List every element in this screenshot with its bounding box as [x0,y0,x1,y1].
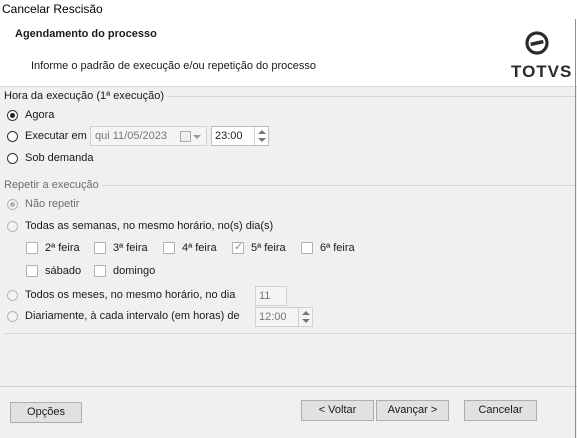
checkbox-terca[interactable] [94,242,106,254]
radio-executar-em-label: Executar em [25,130,87,142]
radio-mensal[interactable] [7,290,18,301]
checkbox-segunda-label: 2ª feira [45,242,80,254]
execution-date-field[interactable]: qui 11/05/2023 [90,126,207,146]
window-titlebar: Cancelar Rescisão [0,0,577,19]
cancel-button[interactable]: Cancelar [464,400,537,421]
execution-time-spinner[interactable] [254,127,269,145]
spin-up-icon[interactable] [258,130,266,134]
totvs-logo-text: TOTVS [511,62,573,81]
radio-semanal-label: Todas as semanas, no mesmo horário, no(s… [25,220,274,232]
radio-sob-demanda[interactable] [7,153,18,164]
spin-down-icon[interactable] [302,319,310,323]
wizard-header: Agendamento do processo Informe o padrão… [0,19,577,87]
next-button[interactable]: Avançar > [376,400,449,421]
interval-spinner[interactable] [298,308,313,326]
checkbox-domingo[interactable] [94,265,106,277]
checkbox-segunda[interactable] [26,242,38,254]
window-title: Cancelar Rescisão [2,2,103,16]
radio-nao-repetir[interactable] [7,199,18,210]
spin-down-icon[interactable] [258,138,266,142]
radio-diario-label: Diariamente, à cada intervalo (em horas)… [25,310,240,322]
radio-diario[interactable] [7,311,18,322]
repeat-group-label: Repetir a execução [4,179,102,191]
radio-nao-repetir-label: Não repetir [25,198,80,210]
back-button[interactable]: < Voltar [301,400,374,421]
checkbox-quarta-label: 4ª feira [182,242,217,254]
radio-executar-em[interactable] [7,131,18,142]
radio-semanal[interactable] [7,221,18,232]
checkbox-domingo-label: domingo [113,265,156,277]
calendar-icon[interactable] [180,131,191,142]
options-button[interactable]: Opções [10,402,82,423]
checkbox-sabado[interactable] [26,265,38,277]
totvs-logo-icon [525,31,549,55]
execution-date-value: qui 11/05/2023 [95,130,167,142]
execution-time-field[interactable]: 23:00 [211,126,269,146]
checkbox-terca-label: 3ª feira [113,242,148,254]
radio-sob-demanda-label: Sob demanda [25,152,94,164]
radio-agora-label: Agora [25,109,55,121]
checkbox-sexta[interactable] [301,242,313,254]
monthly-day-value: 11 [259,290,271,302]
spin-up-icon[interactable] [302,311,310,315]
checkbox-sexta-label: 6ª feira [320,242,355,254]
checkbox-quinta[interactable] [232,240,244,254]
monthly-day-field[interactable]: 11 [255,286,287,306]
header-subtitle: Informe o padrão de execução e/ou repeti… [31,60,316,72]
window-right-border [575,19,576,438]
execution-time-value: 23:00 [215,130,243,142]
execution-group-label: Hora da execução (1ª execução) [4,90,167,102]
checkbox-quinta-label: 5ª feira [251,242,286,254]
radio-agora[interactable] [7,110,18,121]
repeat-group-bottom [4,333,576,334]
footer-divider [0,386,577,387]
header-title: Agendamento do processo [15,28,157,40]
checkbox-quarta[interactable] [163,242,175,254]
interval-field[interactable]: 12:00 [255,307,313,327]
checkbox-sabado-label: sábado [45,265,82,277]
radio-mensal-label: Todos os meses, no mesmo horário, no dia [25,289,236,301]
chevron-down-icon[interactable] [193,135,201,139]
interval-value: 12:00 [259,311,287,323]
